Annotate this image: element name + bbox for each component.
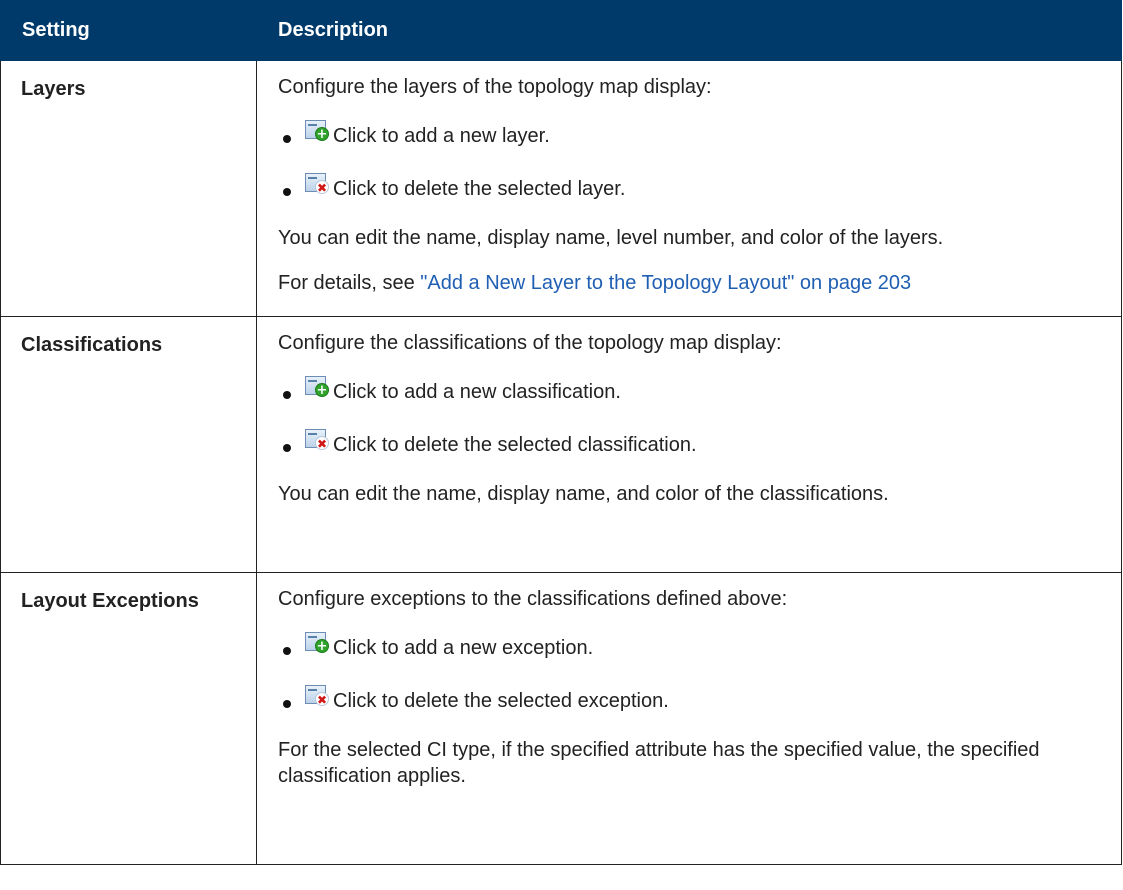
table-row: Layers Configure the layers of the topol… <box>0 60 1122 317</box>
add-item-icon: + <box>305 376 329 400</box>
settings-table: Setting Description Layers Configure the… <box>0 0 1122 865</box>
setting-name: Layers <box>0 60 257 317</box>
bullet-dot <box>283 391 291 399</box>
note-text: You can edit the name, display name, lev… <box>278 227 944 249</box>
delete-instruction: Click to delete the selected exception. <box>333 690 669 712</box>
list-item: ✖ Click to delete the selected layer. <box>278 172 1111 206</box>
details-prefix: For details, see <box>278 272 421 294</box>
intro-text: Configure exceptions to the classificati… <box>278 588 788 610</box>
table-row: Layout Exceptions Configure exceptions t… <box>0 572 1122 865</box>
list-item: + Click to add a new layer. <box>278 119 1111 153</box>
setting-description: Configure the classifications of the top… <box>256 316 1122 573</box>
list-item: + Click to add a new classification. <box>278 375 1111 409</box>
add-item-icon: + <box>305 120 329 144</box>
delete-instruction: Click to delete the selected layer. <box>333 178 626 200</box>
add-instruction: Click to add a new exception. <box>333 637 594 659</box>
delete-item-icon: ✖ <box>305 429 329 453</box>
note-text: For the selected CI type, if the specifi… <box>278 739 1040 787</box>
list-item: + Click to add a new exception. <box>278 631 1111 665</box>
setting-description: Configure the layers of the topology map… <box>256 60 1122 317</box>
details-link[interactable]: "Add a New Layer to the Topology Layout"… <box>420 272 911 294</box>
bullet-dot <box>283 700 291 708</box>
bullet-dot <box>283 135 291 143</box>
intro-text: Configure the layers of the topology map… <box>278 76 712 98</box>
table-header-row: Setting Description <box>0 0 1122 61</box>
bullet-dot <box>283 647 291 655</box>
bullet-dot <box>283 444 291 452</box>
add-item-icon: + <box>305 632 329 656</box>
add-instruction: Click to add a new classification. <box>333 381 621 403</box>
header-setting: Setting <box>0 0 257 61</box>
note-text: You can edit the name, display name, and… <box>278 483 889 505</box>
add-instruction: Click to add a new layer. <box>333 125 550 147</box>
setting-name: Classifications <box>0 316 257 573</box>
list-item: ✖ Click to delete the selected exception… <box>278 684 1111 718</box>
header-description: Description <box>256 0 1122 61</box>
list-item: ✖ Click to delete the selected classific… <box>278 428 1111 462</box>
setting-description: Configure exceptions to the classificati… <box>256 572 1122 865</box>
bullet-dot <box>283 188 291 196</box>
setting-name: Layout Exceptions <box>0 572 257 865</box>
table-row: Classifications Configure the classifica… <box>0 316 1122 573</box>
intro-text: Configure the classifications of the top… <box>278 332 782 354</box>
delete-instruction: Click to delete the selected classificat… <box>333 434 697 456</box>
details-text: For details, see "Add a New Layer to the… <box>278 270 1111 296</box>
delete-item-icon: ✖ <box>305 173 329 197</box>
delete-item-icon: ✖ <box>305 685 329 709</box>
